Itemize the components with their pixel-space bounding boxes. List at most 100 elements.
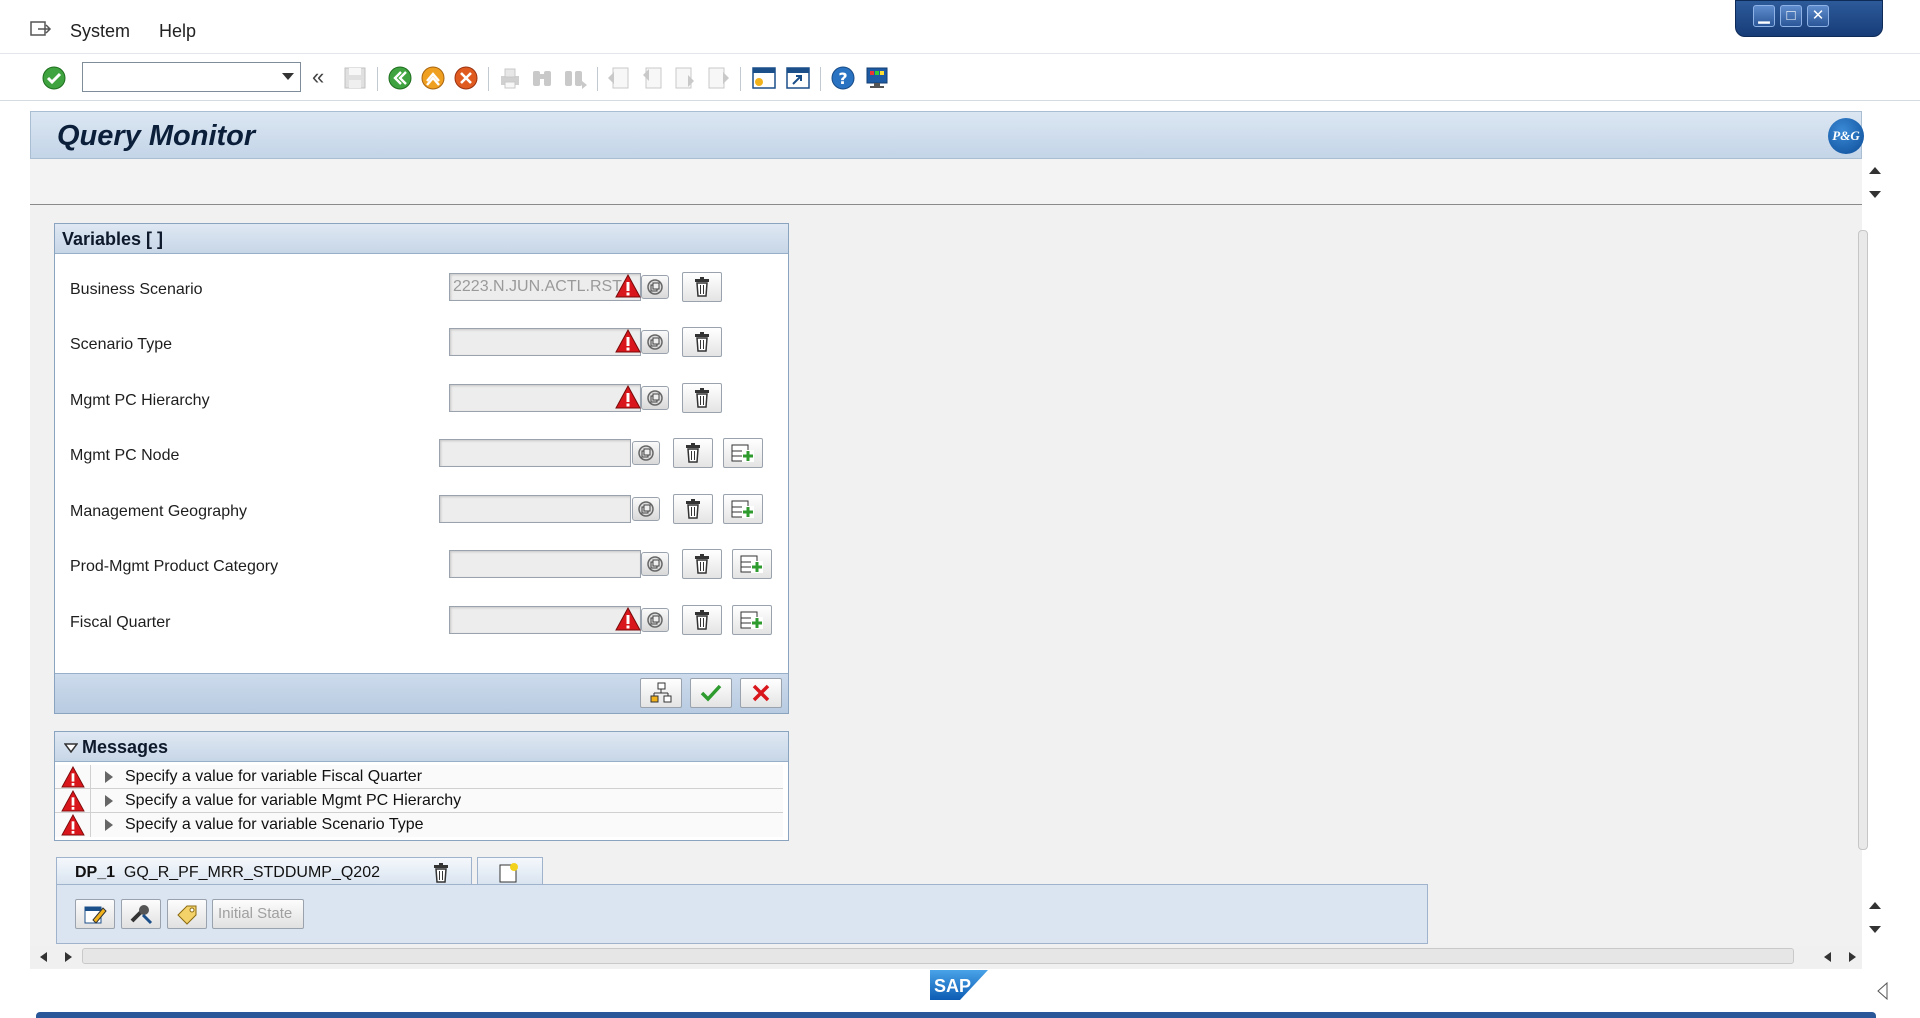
trash-icon	[695, 388, 709, 408]
tag-button[interactable]	[167, 899, 207, 929]
enter-icon[interactable]	[41, 65, 67, 91]
vertical-scrollbar[interactable]	[1858, 230, 1868, 850]
scroll-right-icon[interactable]	[64, 951, 74, 963]
trash-icon	[695, 610, 709, 630]
tab-dataprovider[interactable]: DP_1 GQ_R_PF_MRR_STDDUMP_Q202	[56, 857, 472, 887]
shortcut-icon[interactable]	[785, 65, 811, 91]
scroll-up-icon[interactable]	[1868, 900, 1882, 910]
variable-label: Fiscal Quarter	[70, 614, 171, 631]
find-next-icon[interactable]	[562, 65, 588, 91]
command-input[interactable]	[87, 64, 267, 90]
customize-layout-icon[interactable]	[864, 65, 890, 91]
variable-label: Prod-Mgmt Product Category	[70, 558, 279, 575]
scroll-right-icon[interactable]	[1848, 951, 1858, 963]
message-row[interactable]: Specify a value for variable Scenario Ty…	[55, 813, 783, 837]
chevron-down-icon[interactable]	[282, 73, 294, 80]
horizontal-scrollbar[interactable]	[30, 946, 1862, 968]
multiple-selection-button[interactable]	[732, 605, 772, 635]
trash-icon[interactable]	[433, 863, 449, 883]
menu-system[interactable]: System	[70, 21, 130, 42]
message-row[interactable]: Specify a value for variable Mgmt PC Hie…	[55, 789, 783, 813]
scroll-up-icon[interactable]	[1868, 165, 1882, 175]
maximize-icon[interactable]: □	[1780, 5, 1802, 27]
multiple-selection-icon	[740, 611, 763, 629]
warning-icon	[615, 607, 641, 631]
scroll-down-icon[interactable]	[1868, 925, 1882, 935]
previous-page-icon[interactable]	[639, 65, 665, 91]
product-category-input[interactable]	[449, 550, 641, 578]
message-text: Specify a value for variable Fiscal Quar…	[125, 768, 423, 785]
delete-button[interactable]	[682, 272, 722, 302]
create-session-icon[interactable]	[751, 65, 777, 91]
expand-icon[interactable]	[105, 771, 113, 783]
settings-button[interactable]	[121, 899, 161, 929]
scroll-left-icon[interactable]	[1822, 951, 1832, 963]
last-page-icon[interactable]	[705, 65, 731, 91]
scroll-down-icon[interactable]	[1868, 190, 1882, 200]
collapse-triangle-icon[interactable]	[64, 743, 78, 753]
value-help-button[interactable]	[641, 330, 669, 354]
value-help-icon	[647, 556, 663, 572]
personalize-button[interactable]	[640, 678, 682, 708]
delete-button[interactable]	[673, 494, 713, 524]
variable-row-scenario-type: Scenario Type	[55, 327, 782, 361]
multiple-selection-icon	[731, 500, 754, 518]
scenario-type-input[interactable]	[449, 328, 641, 356]
value-help-button[interactable]	[632, 441, 660, 465]
value-help-icon	[647, 279, 663, 295]
scroll-track[interactable]	[82, 948, 1794, 964]
status-collapse-icon[interactable]	[1876, 982, 1888, 1000]
fiscal-quarter-input[interactable]	[449, 606, 641, 634]
help-icon[interactable]: ?	[830, 65, 856, 91]
edit-query-button[interactable]	[75, 899, 115, 929]
message-row[interactable]: Specify a value for variable Fiscal Quar…	[55, 765, 783, 789]
menu-help[interactable]: Help	[159, 21, 196, 42]
delete-button[interactable]	[682, 549, 722, 579]
expand-icon[interactable]	[105, 795, 113, 807]
exit-icon[interactable]	[420, 65, 446, 91]
collapse-icon[interactable]: «	[312, 64, 324, 90]
message-icon-cell	[55, 813, 91, 837]
cancel-button[interactable]	[740, 678, 782, 708]
command-field[interactable]	[82, 62, 301, 92]
find-icon[interactable]	[529, 65, 555, 91]
variable-row-mgmt-pc-node: Mgmt PC Node	[55, 438, 782, 472]
pg-logo: P&G	[1828, 118, 1864, 154]
minimize-icon[interactable]: ▁	[1753, 5, 1775, 27]
delete-button[interactable]	[682, 383, 722, 413]
variable-label: Management Geography	[70, 503, 247, 520]
management-geography-input[interactable]	[439, 495, 631, 523]
value-help-button[interactable]	[641, 608, 669, 632]
svg-text:?: ?	[838, 69, 847, 88]
back-icon[interactable]	[387, 65, 413, 91]
value-help-button[interactable]	[641, 275, 669, 299]
warning-icon	[615, 274, 641, 298]
next-page-icon[interactable]	[672, 65, 698, 91]
scroll-left-icon[interactable]	[38, 951, 48, 963]
save-icon[interactable]	[342, 65, 368, 91]
delete-button[interactable]	[682, 327, 722, 357]
menu-icon[interactable]	[30, 20, 52, 38]
trash-icon	[695, 554, 709, 574]
multiple-selection-button[interactable]	[732, 549, 772, 579]
multiple-selection-button[interactable]	[723, 438, 763, 468]
delete-button[interactable]	[673, 438, 713, 468]
mgmt-pc-hierarchy-input[interactable]	[449, 384, 641, 412]
print-icon[interactable]	[497, 65, 523, 91]
multiple-selection-button[interactable]	[723, 494, 763, 524]
messages-header[interactable]: Messages	[55, 732, 788, 762]
new-tab-button[interactable]	[477, 857, 543, 887]
business-scenario-input[interactable]: 2223.N.JUN.ACTL.RST	[449, 273, 641, 301]
delete-button[interactable]	[682, 605, 722, 635]
initial-state-button[interactable]: Initial State	[212, 899, 304, 929]
value-help-button[interactable]	[632, 497, 660, 521]
value-help-button[interactable]	[641, 552, 669, 576]
first-page-icon[interactable]	[606, 65, 632, 91]
expand-icon[interactable]	[105, 819, 113, 831]
multiple-selection-icon	[740, 555, 763, 573]
value-help-button[interactable]	[641, 386, 669, 410]
cancel-icon[interactable]	[453, 65, 479, 91]
mgmt-pc-node-input[interactable]	[439, 439, 631, 467]
close-icon[interactable]: ✕	[1807, 5, 1829, 27]
ok-button[interactable]	[690, 678, 732, 708]
